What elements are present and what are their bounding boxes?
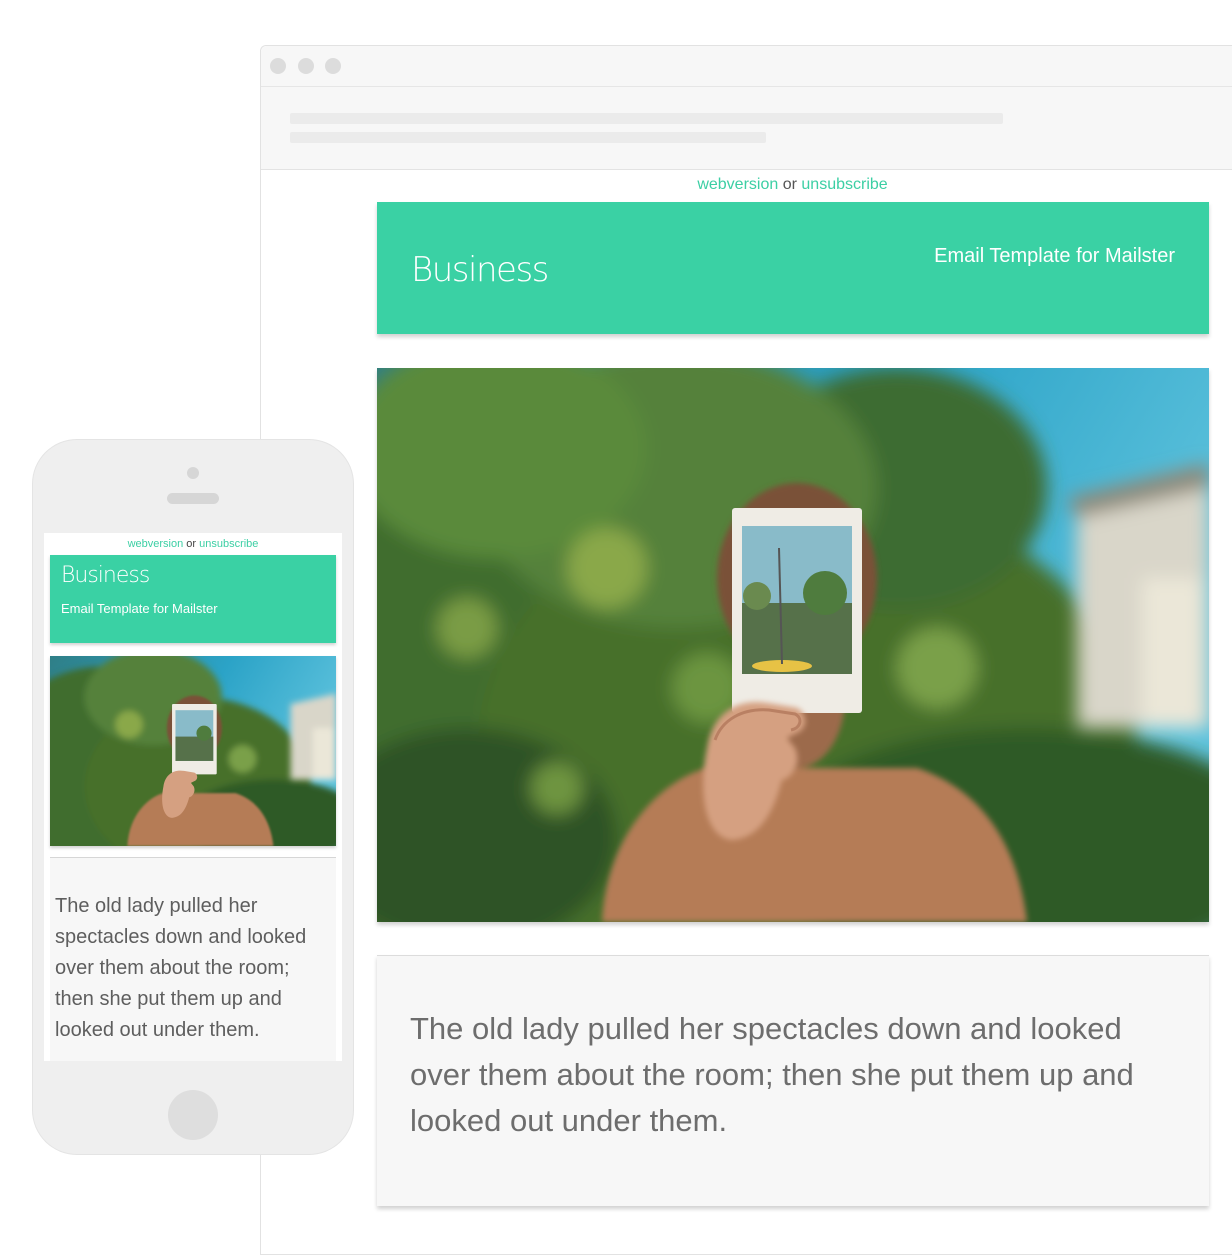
hero-image bbox=[377, 368, 1209, 922]
browser-titlebar bbox=[261, 46, 1232, 87]
links-separator: or bbox=[782, 176, 797, 193]
unsubscribe-link[interactable]: unsubscribe bbox=[801, 176, 887, 193]
brand-logo: Business bbox=[411, 250, 549, 290]
email-text-block: The old lady pulled her spectacles down … bbox=[377, 955, 1209, 1206]
mobile-links-separator: or bbox=[186, 538, 197, 550]
email-preheader-links: webversion or unsubscribe bbox=[376, 176, 1209, 194]
mobile-email-header-banner: Business Email Template for Mailster bbox=[50, 555, 336, 643]
body-paragraph: The old lady pulled her spectacles down … bbox=[410, 1011, 1134, 1138]
mobile-unsubscribe-link[interactable]: unsubscribe bbox=[199, 538, 258, 550]
phone-speaker-icon bbox=[167, 493, 219, 504]
header-tagline: Email Template for Mailster bbox=[934, 245, 1175, 267]
window-close-dot-icon bbox=[270, 58, 286, 74]
window-minimize-dot-icon bbox=[298, 58, 314, 74]
webversion-link[interactable]: webversion bbox=[697, 176, 778, 193]
window-maximize-dot-icon bbox=[325, 58, 341, 74]
hero-photo-illustration bbox=[377, 368, 1209, 922]
mobile-webversion-link[interactable]: webversion bbox=[128, 538, 184, 550]
email-header-banner: Business Email Template for Mailster bbox=[377, 202, 1209, 334]
mobile-brand-logo: Business bbox=[61, 563, 150, 588]
mobile-hero-photo-illustration bbox=[50, 656, 336, 846]
placeholder-line bbox=[290, 132, 766, 143]
phone-screen: webversion or unsubscribe Business Email… bbox=[44, 533, 342, 1061]
mobile-hero-image bbox=[50, 656, 336, 846]
mobile-body-paragraph: The old lady pulled her spectacles down … bbox=[55, 895, 307, 1041]
email-client-header-placeholder bbox=[261, 87, 1232, 170]
phone-home-button-icon bbox=[168, 1090, 218, 1140]
mobile-header-tagline: Email Template for Mailster bbox=[61, 601, 218, 616]
mobile-phone-mockup: webversion or unsubscribe Business Email… bbox=[33, 440, 353, 1154]
phone-camera-icon bbox=[187, 467, 199, 479]
mobile-email-text-block: The old lady pulled her spectacles down … bbox=[50, 857, 336, 1061]
mobile-preheader-links: webversion or unsubscribe bbox=[44, 538, 342, 550]
placeholder-line bbox=[290, 113, 1003, 124]
